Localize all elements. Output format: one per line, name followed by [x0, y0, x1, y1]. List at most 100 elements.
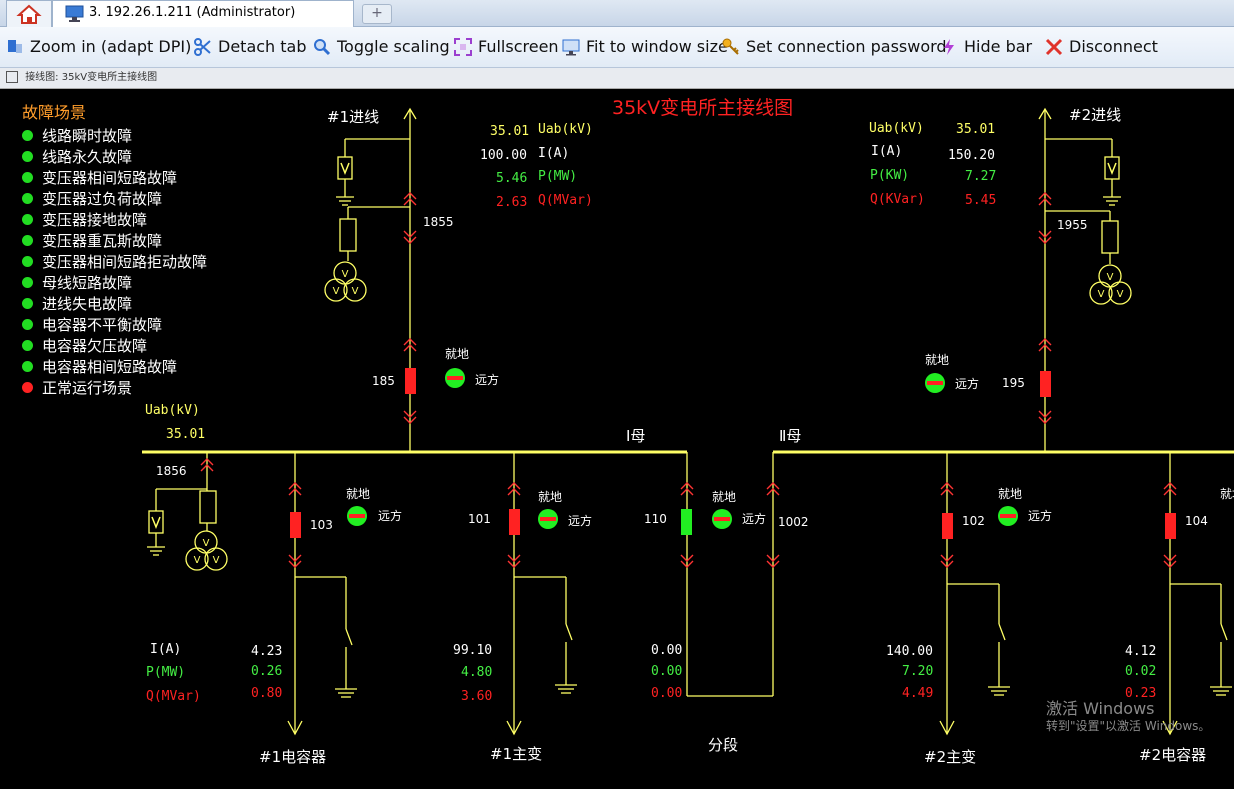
status-dot-icon	[22, 235, 33, 246]
remote-label-102: 远方	[1028, 509, 1053, 523]
feeder-i-label: I(A)	[150, 642, 182, 657]
feeder-p-label: P(MW)	[146, 665, 186, 680]
incoming1-name: #1进线	[327, 108, 380, 126]
breaker-103[interactable]	[290, 512, 301, 538]
fit-window-button[interactable]: Fit to window size	[562, 37, 728, 56]
breaker-104[interactable]	[1165, 513, 1176, 539]
breaker-101[interactable]	[509, 509, 520, 535]
feeder-101-name: #1主变	[490, 745, 543, 763]
feeder-q-label: Q(MVar)	[146, 689, 201, 704]
toggle-scaling-label: Toggle scaling	[337, 37, 450, 56]
home-tab[interactable]	[6, 0, 52, 27]
diagram-window-title-text: 接线图: 35kV变电所主接线图	[25, 72, 158, 83]
feeder-103-i: 4.23	[251, 644, 283, 659]
local-remote-toggle-102[interactable]	[998, 506, 1018, 526]
toggle-scaling-button[interactable]: Toggle scaling	[313, 37, 450, 56]
svg-text:V: V	[333, 286, 340, 297]
local-remote-toggle-101[interactable]	[538, 509, 558, 529]
local-remote-toggle-110[interactable]	[712, 509, 732, 529]
switch-1856[interactable]: 1856	[156, 464, 187, 478]
local-remote-toggle-103[interactable]	[347, 506, 367, 526]
incoming1-q-value: 2.63	[496, 195, 528, 210]
feeder-102-i: 140.00	[886, 644, 933, 659]
fault-scenario-label: 变压器重瓦斯故障	[42, 232, 163, 250]
remote-label-195: 远方	[955, 377, 980, 391]
activation-watermark-text: 转到"设置"以激活 Windows。	[1046, 719, 1211, 733]
local-label-110: 就地	[712, 490, 737, 504]
set-password-button[interactable]: Set connection password	[722, 37, 947, 56]
breaker-195[interactable]	[1040, 371, 1051, 397]
fault-scenario-item[interactable]: 电容器相间短路故障	[22, 356, 177, 377]
fault-scenario-label: 电容器相间短路故障	[42, 358, 178, 376]
feeder-110-name: 分段	[708, 736, 739, 754]
fault-scenario-item[interactable]: 变压器相间短路拒动故障	[22, 251, 207, 272]
fullscreen-icon	[454, 37, 472, 56]
feeder-104-i: 4.12	[1125, 644, 1157, 659]
local-remote-toggle-185[interactable]	[445, 368, 465, 388]
status-dot-icon	[22, 361, 33, 372]
status-dot-icon	[22, 130, 33, 141]
scissors-icon	[194, 37, 211, 56]
disconnect-button[interactable]: Disconnect	[1045, 37, 1158, 56]
status-dot-icon	[22, 151, 33, 162]
feeder-103-name: #1电容器	[259, 748, 327, 766]
add-tab-button[interactable]: +	[362, 4, 392, 24]
feeder-103-p: 0.26	[251, 664, 283, 679]
status-dot-icon	[22, 214, 33, 225]
hide-bar-button[interactable]: Hide bar	[940, 37, 1032, 56]
svg-text:V: V	[194, 555, 201, 566]
breaker-102-label: 102	[962, 514, 985, 528]
switch-1855[interactable]: 1855	[423, 215, 454, 229]
incoming2-p-value: 7.27	[965, 169, 997, 184]
incoming2-q-value: 5.45	[965, 193, 997, 208]
breaker-102[interactable]	[942, 513, 953, 539]
breaker-110[interactable]	[681, 509, 692, 535]
fullscreen-label: Fullscreen	[478, 37, 559, 56]
detach-tab-button[interactable]: Detach tab	[194, 37, 307, 56]
magnifier-icon	[314, 38, 331, 55]
fault-scenario-label: 电容器不平衡故障	[42, 316, 163, 334]
fault-scenario-item[interactable]: 正常运行场景	[22, 377, 132, 398]
session-tab[interactable]: 3. 192.26.1.211 (Administrator)	[52, 0, 354, 27]
breaker-110-label: 110	[644, 512, 667, 526]
incoming1-q-label: Q(MVar)	[538, 193, 593, 208]
switch-1955[interactable]: 1955	[1057, 218, 1088, 232]
fullscreen-button[interactable]: Fullscreen	[454, 37, 559, 56]
breaker-101-label: 101	[468, 512, 491, 526]
diagram-canvas: VVV VVV VVV 35kV变电所主接线图 故障场景 线路瞬时故障 线路永久故…	[0, 89, 1234, 789]
incoming1-p-value: 5.46	[496, 171, 528, 186]
fault-scenario-item[interactable]: 母线短路故障	[22, 272, 132, 293]
feeder-110-p: 0.00	[651, 664, 683, 679]
fault-scenario-item[interactable]: 变压器相间短路故障	[22, 167, 177, 188]
fault-scenario-item[interactable]: 进线失电故障	[22, 293, 132, 314]
fault-scenario-label: 变压器相间短路拒动故障	[42, 253, 208, 271]
fault-scenario-item[interactable]: 线路瞬时故障	[22, 125, 132, 146]
breaker-185[interactable]	[405, 368, 416, 394]
fault-scenario-item[interactable]: 变压器重瓦斯故障	[22, 230, 162, 251]
svg-text:V: V	[203, 538, 210, 549]
feeder-102-q: 4.49	[902, 686, 934, 701]
local-label-103: 就地	[346, 487, 371, 501]
fault-scenario-item[interactable]: 变压器过负荷故障	[22, 188, 162, 209]
fault-scenario-item[interactable]: 线路永久故障	[22, 146, 132, 167]
local-label-185: 就地	[445, 347, 470, 361]
svg-text:V: V	[1117, 289, 1124, 300]
breaker-195-label: 195	[1002, 376, 1025, 390]
status-dot-icon	[22, 340, 33, 351]
fit-window-icon	[562, 39, 580, 55]
local-remote-toggle-195[interactable]	[925, 373, 945, 393]
fault-scenario-item[interactable]: 变压器接地故障	[22, 209, 147, 230]
feeder-104-p: 0.02	[1125, 664, 1157, 679]
switch-1002[interactable]: 1002	[778, 515, 809, 529]
svg-text:V: V	[1107, 272, 1114, 283]
fault-scenario-label: 母线短路故障	[42, 274, 133, 292]
fit-window-label: Fit to window size	[586, 37, 728, 56]
bus-2-label: Ⅱ母	[779, 427, 802, 445]
diagram-title: 35kV变电所主接线图	[612, 97, 794, 119]
fault-scenario-item[interactable]: 电容器欠压故障	[22, 335, 147, 356]
fault-scenario-item[interactable]: 电容器不平衡故障	[22, 314, 162, 335]
session-tab-label: 3. 192.26.1.211 (Administrator)	[89, 5, 296, 20]
diagram-window-title: 接线图: 35kV变电所主接线图	[0, 68, 1234, 89]
fault-scenario-title: 故障场景	[22, 103, 87, 122]
zoom-button[interactable]: Zoom in (adapt DPI)	[6, 37, 191, 56]
